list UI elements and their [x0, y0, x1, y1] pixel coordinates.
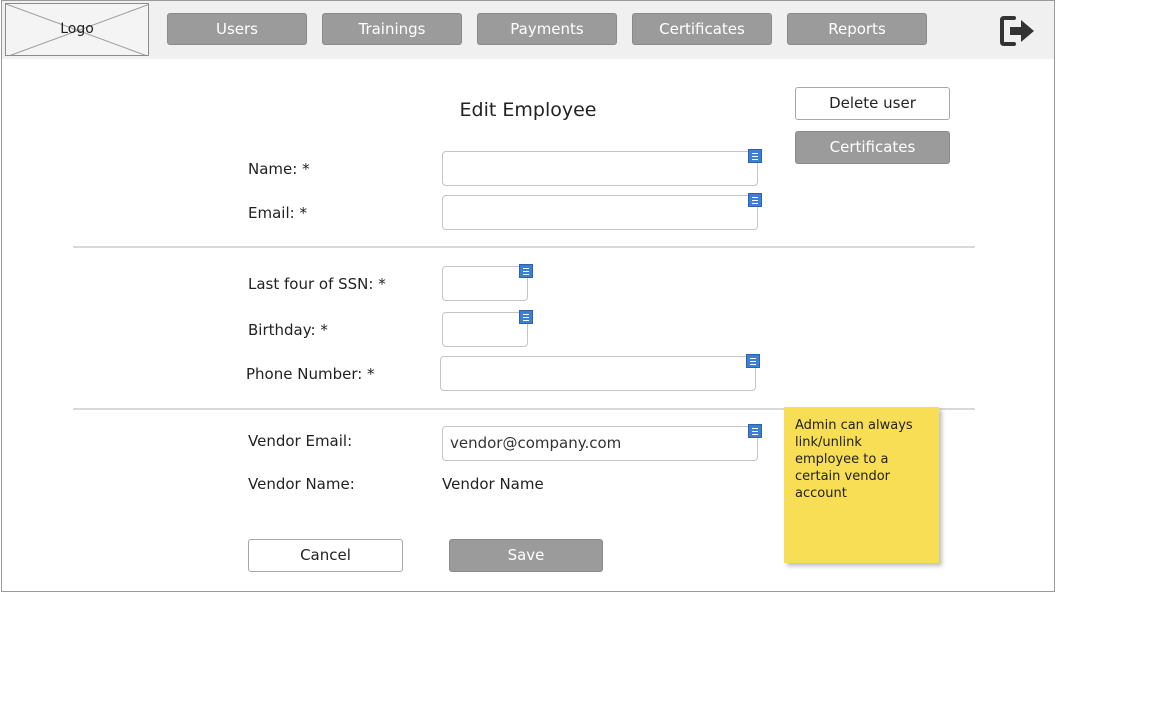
- section-divider: [73, 246, 975, 248]
- nav-reports-button[interactable]: Reports: [787, 13, 927, 45]
- field-list-icon: [746, 354, 760, 368]
- logo-placeholder: Logo: [5, 3, 149, 56]
- field-list-icon: [748, 424, 762, 438]
- birthday-label: Birthday: *: [248, 321, 328, 339]
- sticky-note: Admin can always link/unlink employee to…: [784, 407, 939, 563]
- field-list-icon: [748, 193, 762, 207]
- name-field[interactable]: [442, 151, 758, 186]
- nav-certificates-button[interactable]: Certificates: [632, 13, 772, 45]
- certificates-button[interactable]: Certificates: [795, 131, 950, 164]
- logo-text: Logo: [60, 21, 94, 37]
- vendor-name-label: Vendor Name:: [248, 475, 355, 493]
- vendor-name-value: Vendor Name: [442, 475, 544, 493]
- email-label: Email: *: [248, 204, 307, 222]
- ssn-label: Last four of SSN: *: [248, 275, 386, 293]
- nav-trainings-button[interactable]: Trainings: [322, 13, 462, 45]
- field-list-icon: [519, 310, 533, 324]
- vendor-email-label: Vendor Email:: [248, 432, 353, 450]
- phone-label: Phone Number: *: [246, 365, 375, 383]
- cancel-button[interactable]: Cancel: [248, 539, 403, 572]
- nav-payments-button[interactable]: Payments: [477, 13, 617, 45]
- field-list-icon: [519, 264, 533, 278]
- phone-field[interactable]: [440, 356, 756, 391]
- name-label: Name: *: [248, 160, 310, 178]
- email-field[interactable]: [442, 195, 758, 230]
- save-button[interactable]: Save: [449, 539, 603, 572]
- ssn-field[interactable]: [442, 266, 528, 301]
- nav-users-button[interactable]: Users: [167, 13, 307, 45]
- field-list-icon: [748, 149, 762, 163]
- vendor-email-field[interactable]: vendor@company.com: [442, 426, 758, 461]
- logout-icon[interactable]: [1000, 15, 1036, 47]
- delete-user-button[interactable]: Delete user: [795, 87, 950, 120]
- page-title: Edit Employee: [459, 99, 597, 121]
- birthday-field[interactable]: [442, 312, 528, 347]
